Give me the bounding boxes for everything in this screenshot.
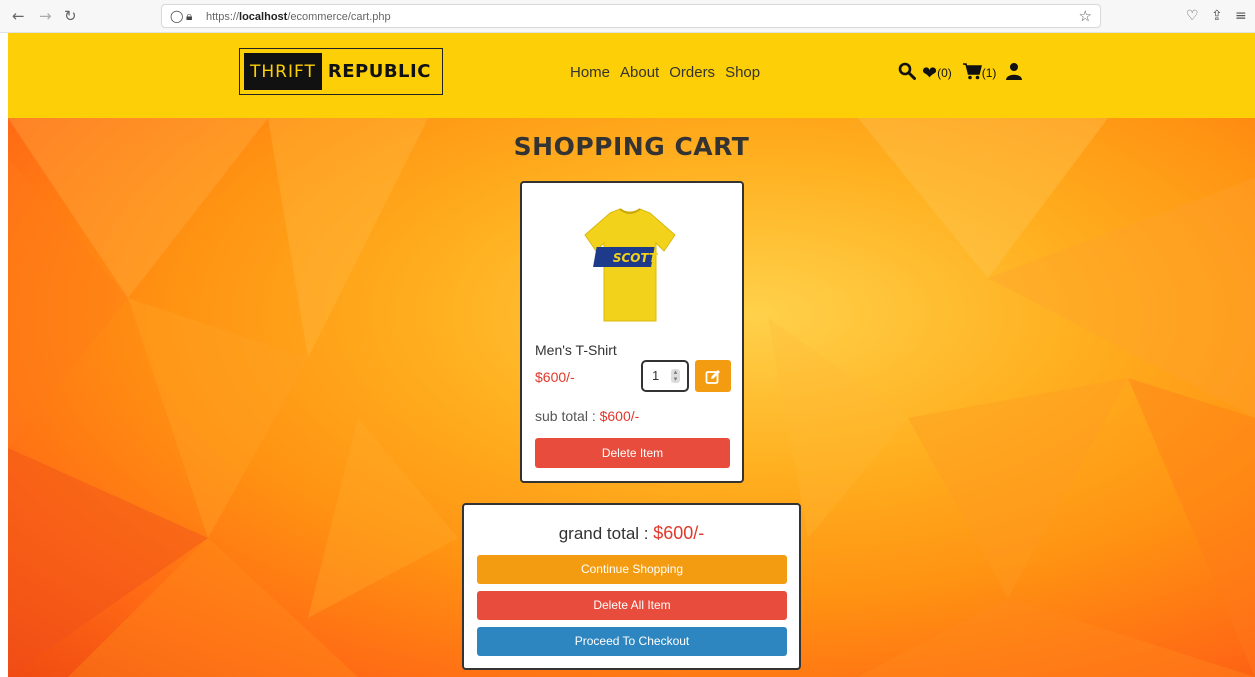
checkout-button[interactable]: Proceed To Checkout: [477, 627, 787, 656]
wishlist-link[interactable]: ❤ (0): [922, 63, 952, 83]
pocket-icon[interactable]: ♡: [1186, 6, 1199, 26]
back-arrow-icon[interactable]: ←: [12, 6, 25, 26]
address-bar[interactable]: ◯ 🔒︎ https://localhost/ecommerce/cart.ph…: [161, 4, 1101, 28]
main-nav: Home About Orders Shop: [570, 63, 760, 83]
grand-total-value: $600/-: [653, 523, 705, 543]
item-subtotal: sub total : $600/-: [535, 408, 639, 424]
site-header: THRIFT REPUBLIC Home About Orders Shop ❤…: [8, 33, 1255, 118]
grand-total: grand total : $600/-: [464, 523, 799, 544]
logo[interactable]: THRIFT REPUBLIC: [239, 48, 443, 95]
logo-text-thrift: THRIFT: [244, 53, 322, 90]
delete-all-button[interactable]: Delete All Item: [477, 591, 787, 620]
nav-home[interactable]: Home: [570, 63, 610, 83]
edit-icon: [705, 369, 720, 384]
page-title: SHOPPING CART: [513, 132, 750, 161]
bookmark-star-icon[interactable]: ☆: [1079, 7, 1092, 25]
product-image-print: SCOTT: [613, 251, 658, 265]
cart-item-card: SCOTT Men's T-Shirt $600/- 1 ▴ ▾ sub tota…: [520, 181, 744, 483]
delete-item-button[interactable]: Delete Item: [535, 438, 730, 468]
item-price: $600/-: [535, 369, 575, 385]
cart-count: (1): [981, 66, 997, 80]
search-icon[interactable]: [898, 62, 916, 84]
quantity-value: 1: [652, 368, 660, 383]
menu-icon[interactable]: ≡: [1235, 6, 1247, 26]
browser-toolbar: ← → ↻ ◯ 🔒︎ https://localhost/ecommerce/c…: [0, 0, 1255, 33]
user-icon[interactable]: [1006, 62, 1023, 84]
cart-link[interactable]: (1): [962, 62, 997, 84]
continue-shopping-button[interactable]: Continue Shopping: [477, 555, 787, 584]
cart-summary: grand total : $600/- Continue Shopping D…: [462, 503, 801, 670]
page-margin: [0, 33, 8, 677]
wishlist-count: (0): [937, 66, 952, 80]
nav-orders[interactable]: Orders: [669, 63, 715, 83]
logo-text-republic: REPUBLIC: [327, 61, 431, 82]
grand-total-label: grand total :: [558, 524, 649, 543]
subtotal-label: sub total :: [535, 408, 596, 424]
shield-icon[interactable]: ◯: [170, 8, 183, 24]
item-name: Men's T-Shirt: [535, 342, 617, 358]
forward-arrow-icon[interactable]: →: [39, 6, 52, 26]
reload-icon[interactable]: ↻: [64, 6, 77, 26]
quantity-stepper-icon[interactable]: ▴ ▾: [671, 369, 680, 383]
update-quantity-button[interactable]: [695, 360, 731, 392]
quantity-input[interactable]: 1 ▴ ▾: [641, 360, 689, 392]
nav-shop[interactable]: Shop: [725, 63, 760, 83]
cart-icon: [962, 62, 982, 84]
nav-about[interactable]: About: [620, 63, 659, 83]
share-icon[interactable]: ⇪: [1211, 6, 1223, 26]
url-text[interactable]: https://localhost/ecommerce/cart.php: [206, 9, 391, 25]
lock-icon[interactable]: 🔒︎: [186, 8, 192, 24]
heart-icon: ❤: [922, 63, 938, 83]
product-image: SCOTT: [584, 208, 676, 322]
subtotal-value: $600/-: [599, 408, 640, 424]
header-icons: ❤ (0) (1): [898, 62, 1023, 84]
